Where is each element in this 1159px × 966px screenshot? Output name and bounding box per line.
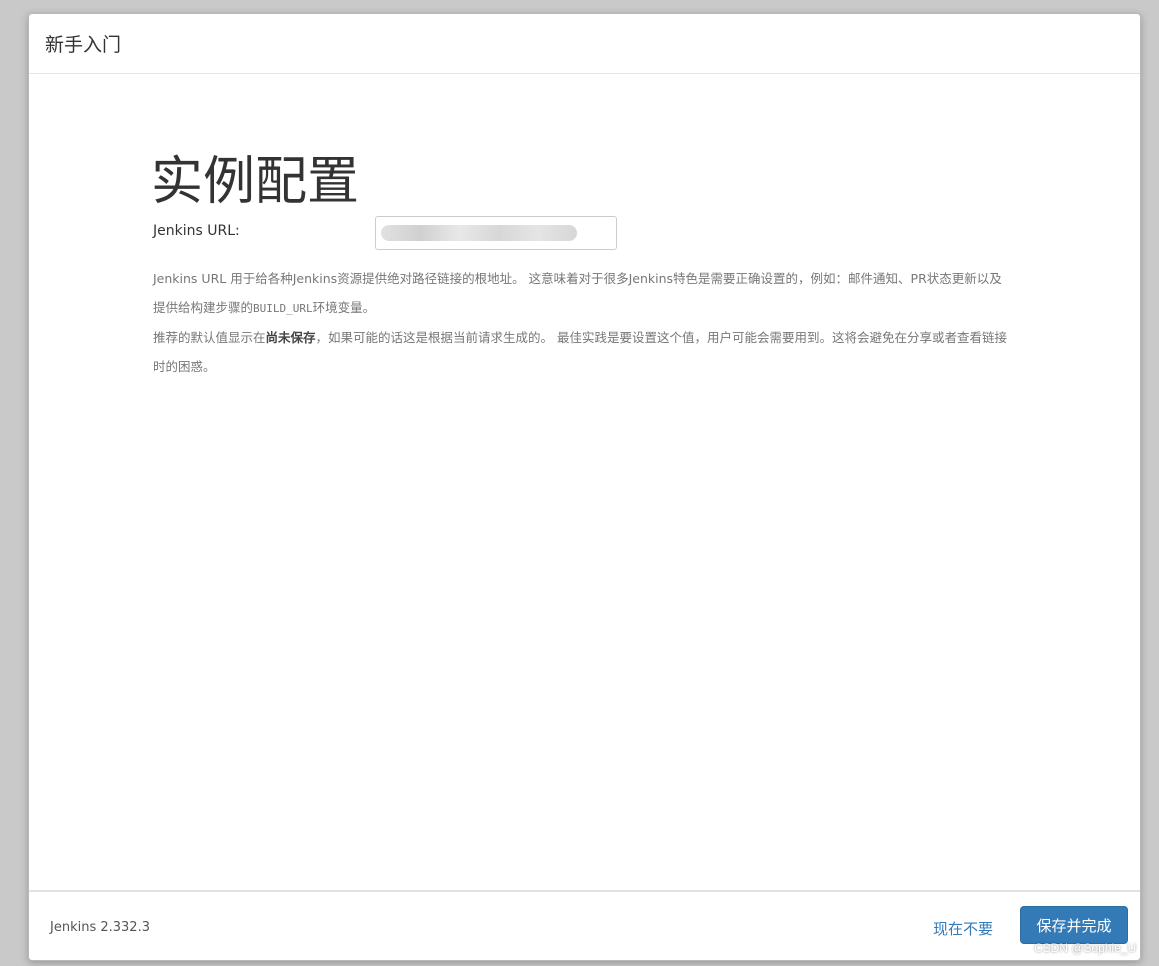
page-title: 实例配置: [151, 152, 360, 212]
setup-wizard-dialog: 新手入门 实例配置 Jenkins URL: Jenkins URL 用于给各种…: [28, 13, 1141, 961]
dialog-title: 新手入门: [45, 34, 122, 56]
dialog-footer: Jenkins 2.332.3 现在不要 保存并完成: [29, 890, 1140, 960]
jenkins-url-input[interactable]: [375, 216, 617, 250]
jenkins-url-help: Jenkins URL 用于给各种Jenkins资源提供绝对路径链接的根地址。 …: [153, 264, 1013, 381]
build-url-code: BUILD_URL: [253, 302, 313, 315]
jenkins-version: Jenkins 2.332.3: [50, 920, 150, 935]
help-paragraph-2: 推荐的默认值显示在尚未保存，如果可能的话这是根据当前请求生成的。 最佳实践是要设…: [153, 330, 1008, 374]
help-paragraph-1: Jenkins URL 用于给各种Jenkins资源提供绝对路径链接的根地址。 …: [153, 271, 1002, 315]
watermark: CSDN @Sophie_U: [1034, 941, 1137, 955]
dialog-body: 实例配置 Jenkins URL: Jenkins URL 用于给各种Jenki…: [29, 74, 1140, 890]
save-and-finish-button[interactable]: 保存并完成: [1020, 906, 1128, 944]
skip-button[interactable]: 现在不要: [925, 914, 1001, 943]
dialog-header: 新手入门: [29, 14, 1140, 74]
jenkins-url-label: Jenkins URL:: [153, 223, 240, 239]
not-saved-emphasis: 尚未保存: [265, 330, 316, 345]
